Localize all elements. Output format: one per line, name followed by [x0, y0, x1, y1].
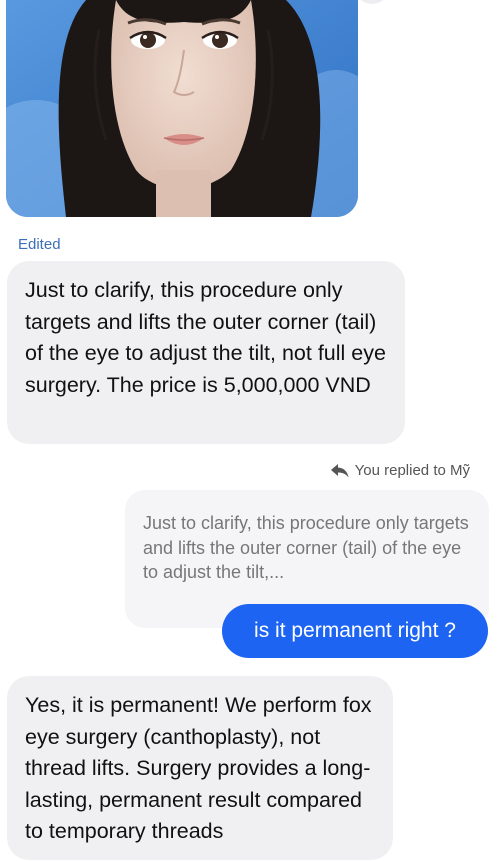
photo-message[interactable]: [6, 0, 358, 217]
reply-context-label: You replied to Mỹ: [330, 462, 470, 479]
outgoing-message-bubble[interactable]: is it permanent right ?: [222, 604, 488, 658]
reply-label-text: You replied to Mỹ: [354, 462, 470, 479]
incoming-message-bubble[interactable]: Yes, it is permanent! We perform fox eye…: [7, 676, 393, 860]
previous-message-edge: [354, 0, 390, 4]
edited-label: Edited: [18, 236, 61, 253]
incoming-message-bubble[interactable]: Just to clarify, this procedure only tar…: [7, 261, 405, 444]
reply-arrow-icon: [330, 463, 349, 478]
portrait-photo: [6, 0, 358, 217]
